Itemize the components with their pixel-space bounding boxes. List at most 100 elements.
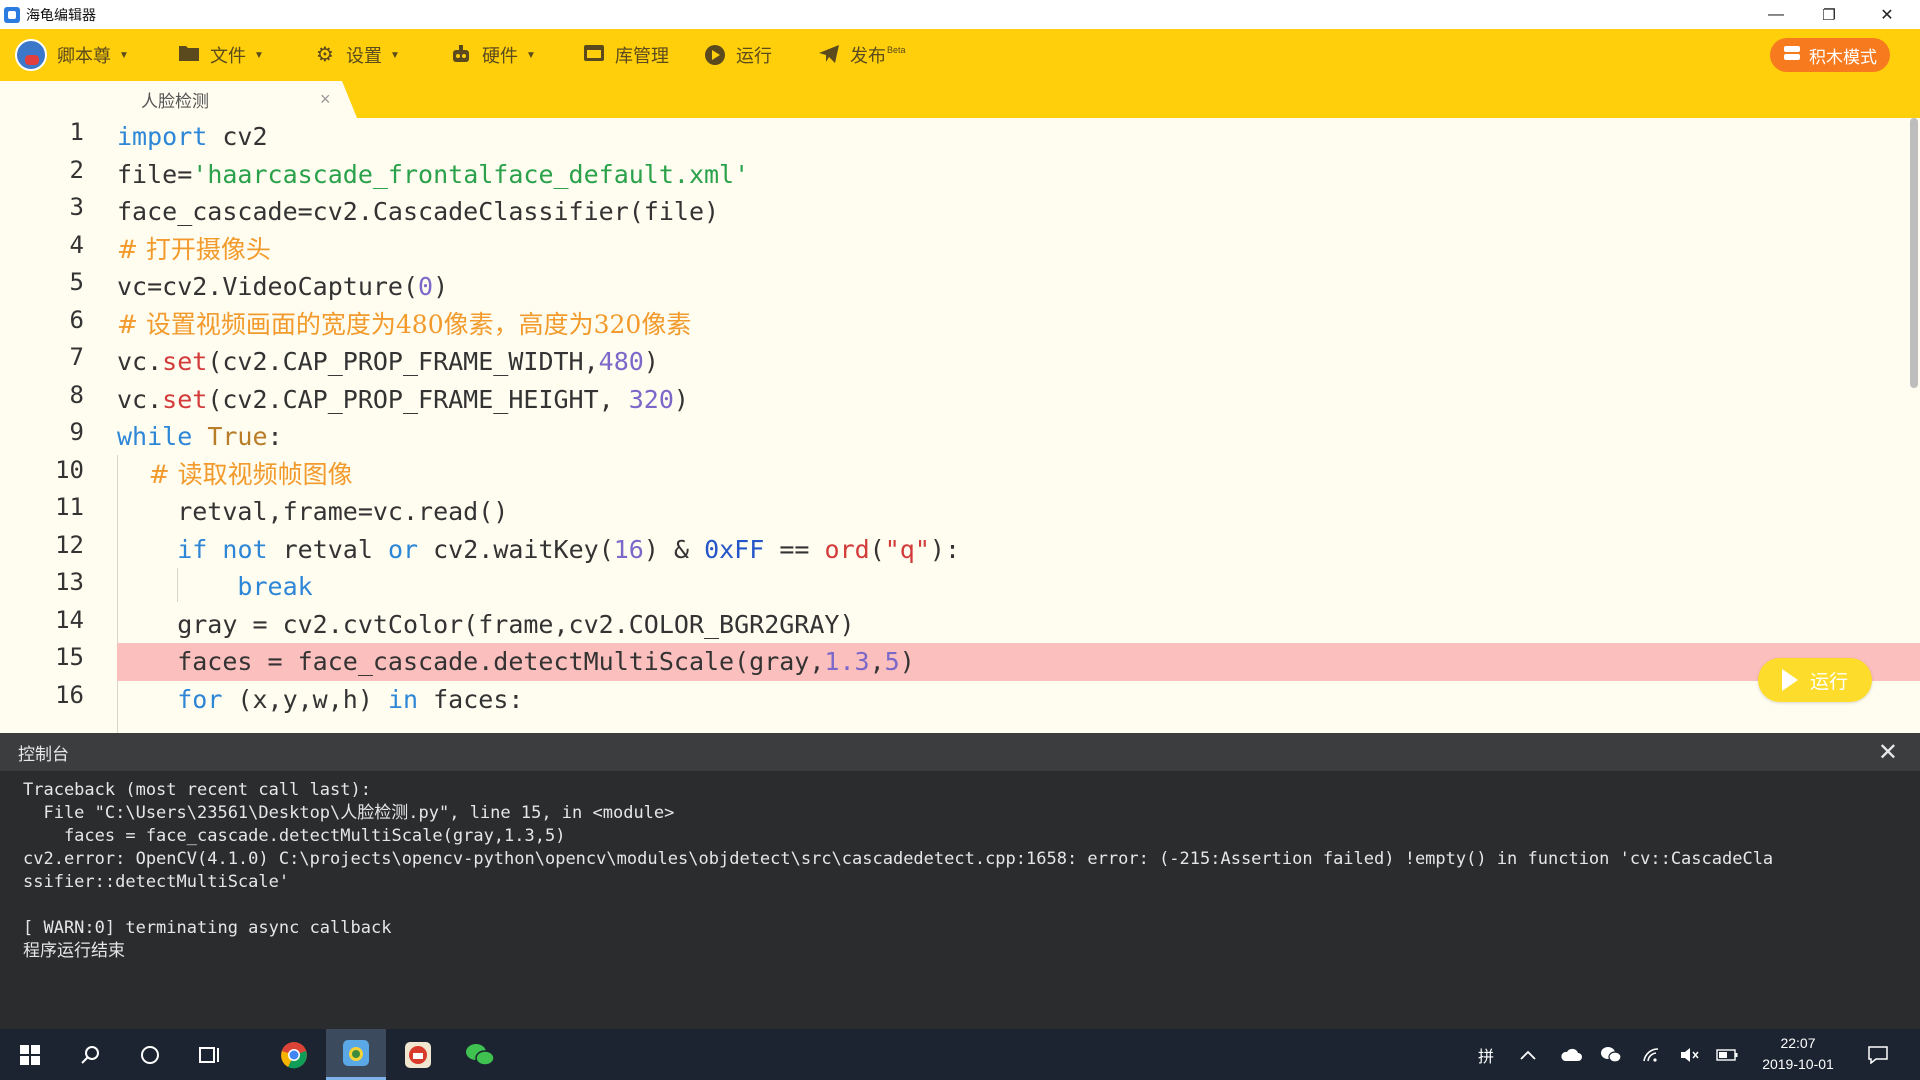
publish-label: 发布 (850, 46, 886, 66)
taskbar-app[interactable] (388, 1029, 448, 1080)
line-number: 6 (69, 305, 84, 334)
close-window-button[interactable]: ✕ (1858, 0, 1916, 29)
tab-bar-left-fill (0, 81, 117, 118)
gear-icon: ⚙ (316, 44, 334, 66)
volume-muted-icon[interactable] (1680, 1029, 1700, 1080)
user-menu[interactable]: 卿本尊 ▼ (15, 29, 129, 81)
library-icon (583, 44, 605, 66)
line-number: 1 (69, 118, 84, 146)
user-name: 卿本尊 (57, 46, 111, 66)
taskbar-chrome[interactable] (264, 1029, 324, 1080)
notifications-icon[interactable] (1868, 1029, 1888, 1080)
taskbar-turtle-editor[interactable] (326, 1029, 386, 1080)
code-line: # 读取视频帧图像 (117, 459, 353, 489)
error-highlighted-line: faces = face_cascade.detectMultiScale(gr… (117, 643, 1920, 681)
title-bar: 海龟编辑器 — ❐ ✕ (0, 0, 1920, 29)
cortana-button[interactable] (120, 1029, 180, 1080)
play-icon (1781, 669, 1798, 691)
block-mode-button[interactable]: 积木模式 (1770, 38, 1890, 72)
line-number: 13 (55, 568, 84, 596)
close-icon[interactable]: × (320, 89, 331, 110)
robot-icon (450, 44, 472, 66)
run-button[interactable]: 运行 (1758, 658, 1872, 702)
hardware-menu-label: 硬件 (482, 46, 518, 66)
code-line: file='haarcascade_frontalface_default.xm… (117, 159, 750, 189)
line-number: 4 (69, 230, 84, 259)
line-number: 5 (69, 268, 84, 296)
code-line: gray = cv2.cvtColor(frame,cv2.COLOR_BGR2… (117, 609, 855, 639)
line-number: 16 (55, 680, 84, 709)
line-number: 14 (55, 605, 84, 634)
windows-logo-icon (20, 1044, 40, 1065)
paper-plane-icon (818, 44, 840, 66)
run-menu-label: 运行 (736, 46, 772, 66)
code-line: face_cascade=cv2.CascadeClassifier(file) (117, 197, 720, 226)
ime-indicator[interactable]: 拼 (1478, 1029, 1494, 1080)
code-line: vc=cv2.VideoCapture(0) (117, 272, 449, 301)
code-line: break (237, 572, 313, 601)
beta-badge: Beta (887, 45, 906, 55)
code-line: vc.set(cv2.CAP_PROP_FRAME_HEIGHT, 320) (117, 384, 689, 414)
library-label: 库管理 (615, 46, 669, 66)
code-line: retval,frame=vc.read() (117, 497, 509, 526)
console-header: 控制台 ✕ (0, 733, 1920, 771)
start-button[interactable] (0, 1029, 60, 1080)
tab-label: 人脸检测 (141, 92, 209, 111)
wifi-icon[interactable] (1642, 1029, 1662, 1080)
cloud-icon[interactable] (1560, 1029, 1582, 1080)
code-lines[interactable]: import cv2 file='haarcascade_frontalface… (117, 118, 1920, 733)
close-icon[interactable]: ✕ (1878, 738, 1898, 767)
app-icon (405, 1041, 431, 1068)
wechat-icon (466, 1043, 495, 1066)
line-number: 3 (69, 193, 84, 221)
taskbar-wechat[interactable] (450, 1029, 510, 1080)
console-title: 控制台 (18, 744, 69, 764)
library-button[interactable]: 库管理 (583, 29, 669, 81)
editor-scrollbar[interactable] (1910, 118, 1918, 388)
tab-face-detect[interactable]: 人脸检测 × (117, 81, 357, 118)
system-clock[interactable]: 22:07 2019-10-01 (1738, 1033, 1858, 1075)
code-line: # 打开摄像头 (117, 234, 271, 264)
console-line: cv2.error: OpenCV(4.1.0) C:\projects\ope… (23, 849, 1774, 869)
maximize-button[interactable]: ❐ (1800, 0, 1858, 29)
code-line: # 设置视频画面的宽度为480像素，高度为320像素 (117, 309, 692, 339)
task-view-button[interactable] (180, 1029, 240, 1080)
console-line: [ WARN:0] terminating async callback (23, 918, 392, 938)
run-button-label: 运行 (1809, 671, 1848, 693)
console-output[interactable]: Traceback (most recent call last): File … (0, 771, 1920, 1029)
line-number: 7 (69, 343, 84, 371)
run-menu-button[interactable]: 运行 (704, 29, 772, 81)
block-mode-label: 积木模式 (1809, 47, 1877, 67)
wechat-tray-icon[interactable] (1600, 1029, 1622, 1080)
code-line: for (x,y,w,h) in faces: (177, 684, 524, 714)
code-editor[interactable]: 1 2 3 4 5 6 7 8 9 10 11 12 13 14 15 16 i… (0, 118, 1920, 733)
avatar (15, 39, 47, 71)
console-line: ssifier::detectMultiScale' (23, 872, 290, 892)
line-number: 10 (55, 455, 84, 484)
play-circle-icon (704, 44, 726, 66)
line-number: 9 (69, 418, 84, 446)
battery-icon[interactable] (1716, 1029, 1738, 1080)
publish-button[interactable]: 发布 Beta (818, 29, 906, 81)
code-line: while True: (117, 422, 283, 451)
chevron-up-icon[interactable] (1520, 1029, 1536, 1080)
editor-app: 海龟编辑器 — ❐ ✕ 卿本尊 ▼ 文件 ▼ ⚙ 设置 ▼ 硬件 ▼ 库管理 运… (0, 0, 1920, 1080)
tab-bar: 人脸检测 × (0, 81, 1920, 118)
windows-taskbar: 拼 22:07 2019-10-01 (0, 1029, 1920, 1080)
blocks-icon (1783, 45, 1801, 66)
line-number: 15 (55, 643, 84, 671)
console-line: 程序运行结束 (23, 941, 125, 961)
minimize-button[interactable]: — (1747, 0, 1805, 29)
clock-time: 22:07 (1780, 1035, 1816, 1051)
console-line: faces = face_cascade.detectMultiScale(gr… (23, 826, 566, 846)
file-menu[interactable]: 文件 ▼ (178, 29, 264, 81)
line-number: 8 (69, 380, 84, 409)
search-button[interactable] (60, 1029, 120, 1080)
settings-menu[interactable]: ⚙ 设置 ▼ (314, 29, 400, 81)
code-line: import cv2 (117, 122, 268, 151)
chevron-down-icon: ▼ (526, 49, 536, 61)
hardware-menu[interactable]: 硬件 ▼ (450, 29, 536, 81)
line-number-gutter: 1 2 3 4 5 6 7 8 9 10 11 12 13 14 15 16 (0, 118, 116, 733)
settings-menu-label: 设置 (346, 46, 382, 66)
console-line: File "C:\Users\23561\Desktop\人脸检测.py", l… (23, 803, 675, 823)
